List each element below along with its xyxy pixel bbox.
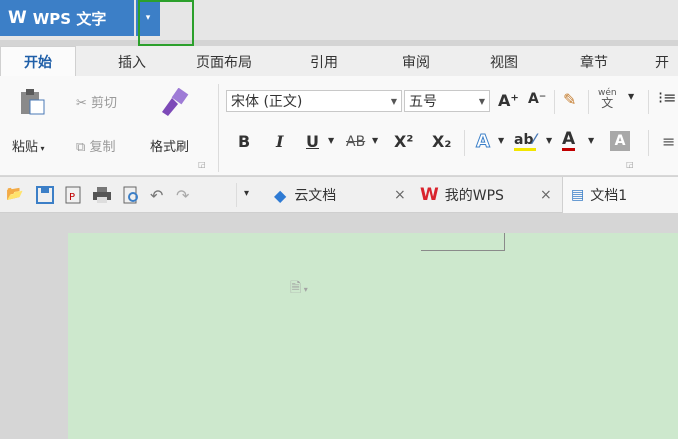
highlight-box: [138, 0, 194, 46]
chevron-down-icon[interactable]: ▼: [372, 136, 378, 145]
document-page[interactable]: [68, 233, 678, 439]
text-effect-button[interactable]: A: [476, 131, 491, 153]
wps-logo-icon: W: [420, 185, 439, 205]
paste-button[interactable]: [18, 88, 46, 120]
bold-button[interactable]: B: [238, 132, 250, 151]
chevron-down-icon: ▼: [390, 96, 397, 106]
quick-access-toolbar: 📂 P ↶ ↷ ▾ ◆ 云文档 × W 我的WPS × ▤ 文档1: [0, 177, 678, 213]
paste-label[interactable]: 粘贴 ▾: [12, 136, 45, 155]
font-color-button[interactable]: A: [562, 130, 576, 151]
divider: [648, 90, 649, 114]
divider: [588, 90, 589, 114]
subscript-button[interactable]: X₂: [432, 132, 451, 151]
char-shading-button[interactable]: A: [610, 131, 630, 151]
open-folder-icon[interactable]: 📂: [6, 186, 23, 202]
shrink-font-button[interactable]: A⁻: [528, 91, 546, 107]
tab-home[interactable]: 开始: [0, 46, 76, 76]
undo-icon[interactable]: ↶: [150, 186, 163, 205]
scissors-icon: ✂: [76, 96, 87, 111]
ribbon-tabs: 开始 插入 页面布局 引用 审阅 视图 章节 开: [0, 46, 678, 76]
chevron-down-icon[interactable]: ▼: [328, 136, 334, 145]
grow-font-button[interactable]: A⁺: [498, 91, 519, 110]
font-size-select[interactable]: 五号 ▼: [404, 90, 490, 112]
font-family-select[interactable]: 宋体 (正文) ▼: [226, 90, 402, 112]
tab-page-layout[interactable]: 页面布局: [196, 52, 252, 72]
phonetic-guide-button[interactable]: wén 文: [598, 88, 617, 109]
chevron-down-icon[interactable]: ▼: [628, 92, 634, 101]
divider: [218, 84, 219, 172]
align-icon[interactable]: ≡: [662, 132, 675, 151]
close-icon[interactable]: ×: [540, 177, 552, 213]
format-painter-button[interactable]: [158, 87, 192, 120]
export-pdf-icon[interactable]: P: [64, 186, 82, 208]
superscript-button[interactable]: X²: [394, 132, 413, 151]
app-title: WPS 文字: [32, 9, 107, 28]
close-icon[interactable]: ×: [394, 177, 406, 213]
divider: [464, 130, 465, 156]
chevron-down-icon[interactable]: ▼: [498, 136, 504, 145]
cloud-doc-icon: ◆: [274, 185, 287, 205]
doc-tab-document1[interactable]: ▤ 文档1: [562, 177, 678, 213]
strikethrough-button[interactable]: AB: [346, 134, 365, 150]
ribbon: 粘贴 ▾ ✂ 剪切 ⧉ 复制 格式刷 ◲ 宋体 (正文) ▼ 五号 ▼ A⁺ A⁻ …: [0, 76, 678, 176]
format-painter-label[interactable]: 格式刷: [150, 136, 189, 155]
tab-references[interactable]: 引用: [310, 52, 338, 72]
highlight-button[interactable]: ab⁄: [514, 132, 536, 151]
clear-format-icon[interactable]: ✎: [563, 90, 576, 109]
tab-insert[interactable]: 插入: [118, 52, 146, 72]
clipboard-launcher-icon[interactable]: ◲: [198, 160, 206, 169]
font-launcher-icon[interactable]: ◲: [626, 160, 634, 169]
chevron-down-icon[interactable]: ▼: [546, 136, 552, 145]
chevron-down-icon: ▼: [478, 96, 485, 106]
doc-tab-cloud[interactable]: ◆ 云文档: [274, 177, 336, 213]
italic-button[interactable]: I: [276, 132, 283, 151]
divider: [648, 130, 649, 156]
tab-view[interactable]: 视图: [490, 52, 518, 72]
cut-button[interactable]: ✂ 剪切: [76, 92, 117, 111]
tab-review[interactable]: 审阅: [402, 52, 430, 72]
divider: [236, 183, 237, 207]
chevron-down-icon[interactable]: ▼: [588, 136, 594, 145]
divider: [554, 90, 555, 114]
tab-chapter[interactable]: 章节: [580, 52, 608, 72]
underline-button[interactable]: U: [306, 132, 319, 151]
tab-more[interactable]: 开: [655, 52, 669, 72]
paste-options-icon[interactable]: 🗎 ▾: [290, 277, 308, 301]
print-icon[interactable]: [92, 186, 112, 208]
svg-text:P: P: [69, 192, 75, 203]
app-menu-button[interactable]: W WPS 文字: [0, 0, 134, 36]
redo-icon[interactable]: ↷: [176, 186, 189, 205]
doc-tab-mywps[interactable]: W 我的WPS: [420, 177, 504, 213]
document-icon: ▤: [571, 187, 585, 203]
save-icon[interactable]: [36, 186, 54, 208]
clipboard-icon: [21, 89, 45, 115]
list-icon[interactable]: ⁝≡: [658, 88, 677, 107]
marker-icon: ⁄: [533, 132, 536, 148]
print-preview-icon[interactable]: [122, 186, 140, 208]
customize-toolbar-icon[interactable]: ▾: [244, 188, 249, 199]
copy-button[interactable]: ⧉ 复制: [76, 136, 115, 155]
margin-marker: [421, 233, 505, 251]
copy-icon: ⧉: [76, 140, 86, 155]
brush-icon: [162, 87, 189, 116]
wps-logo-icon: W: [8, 8, 27, 28]
